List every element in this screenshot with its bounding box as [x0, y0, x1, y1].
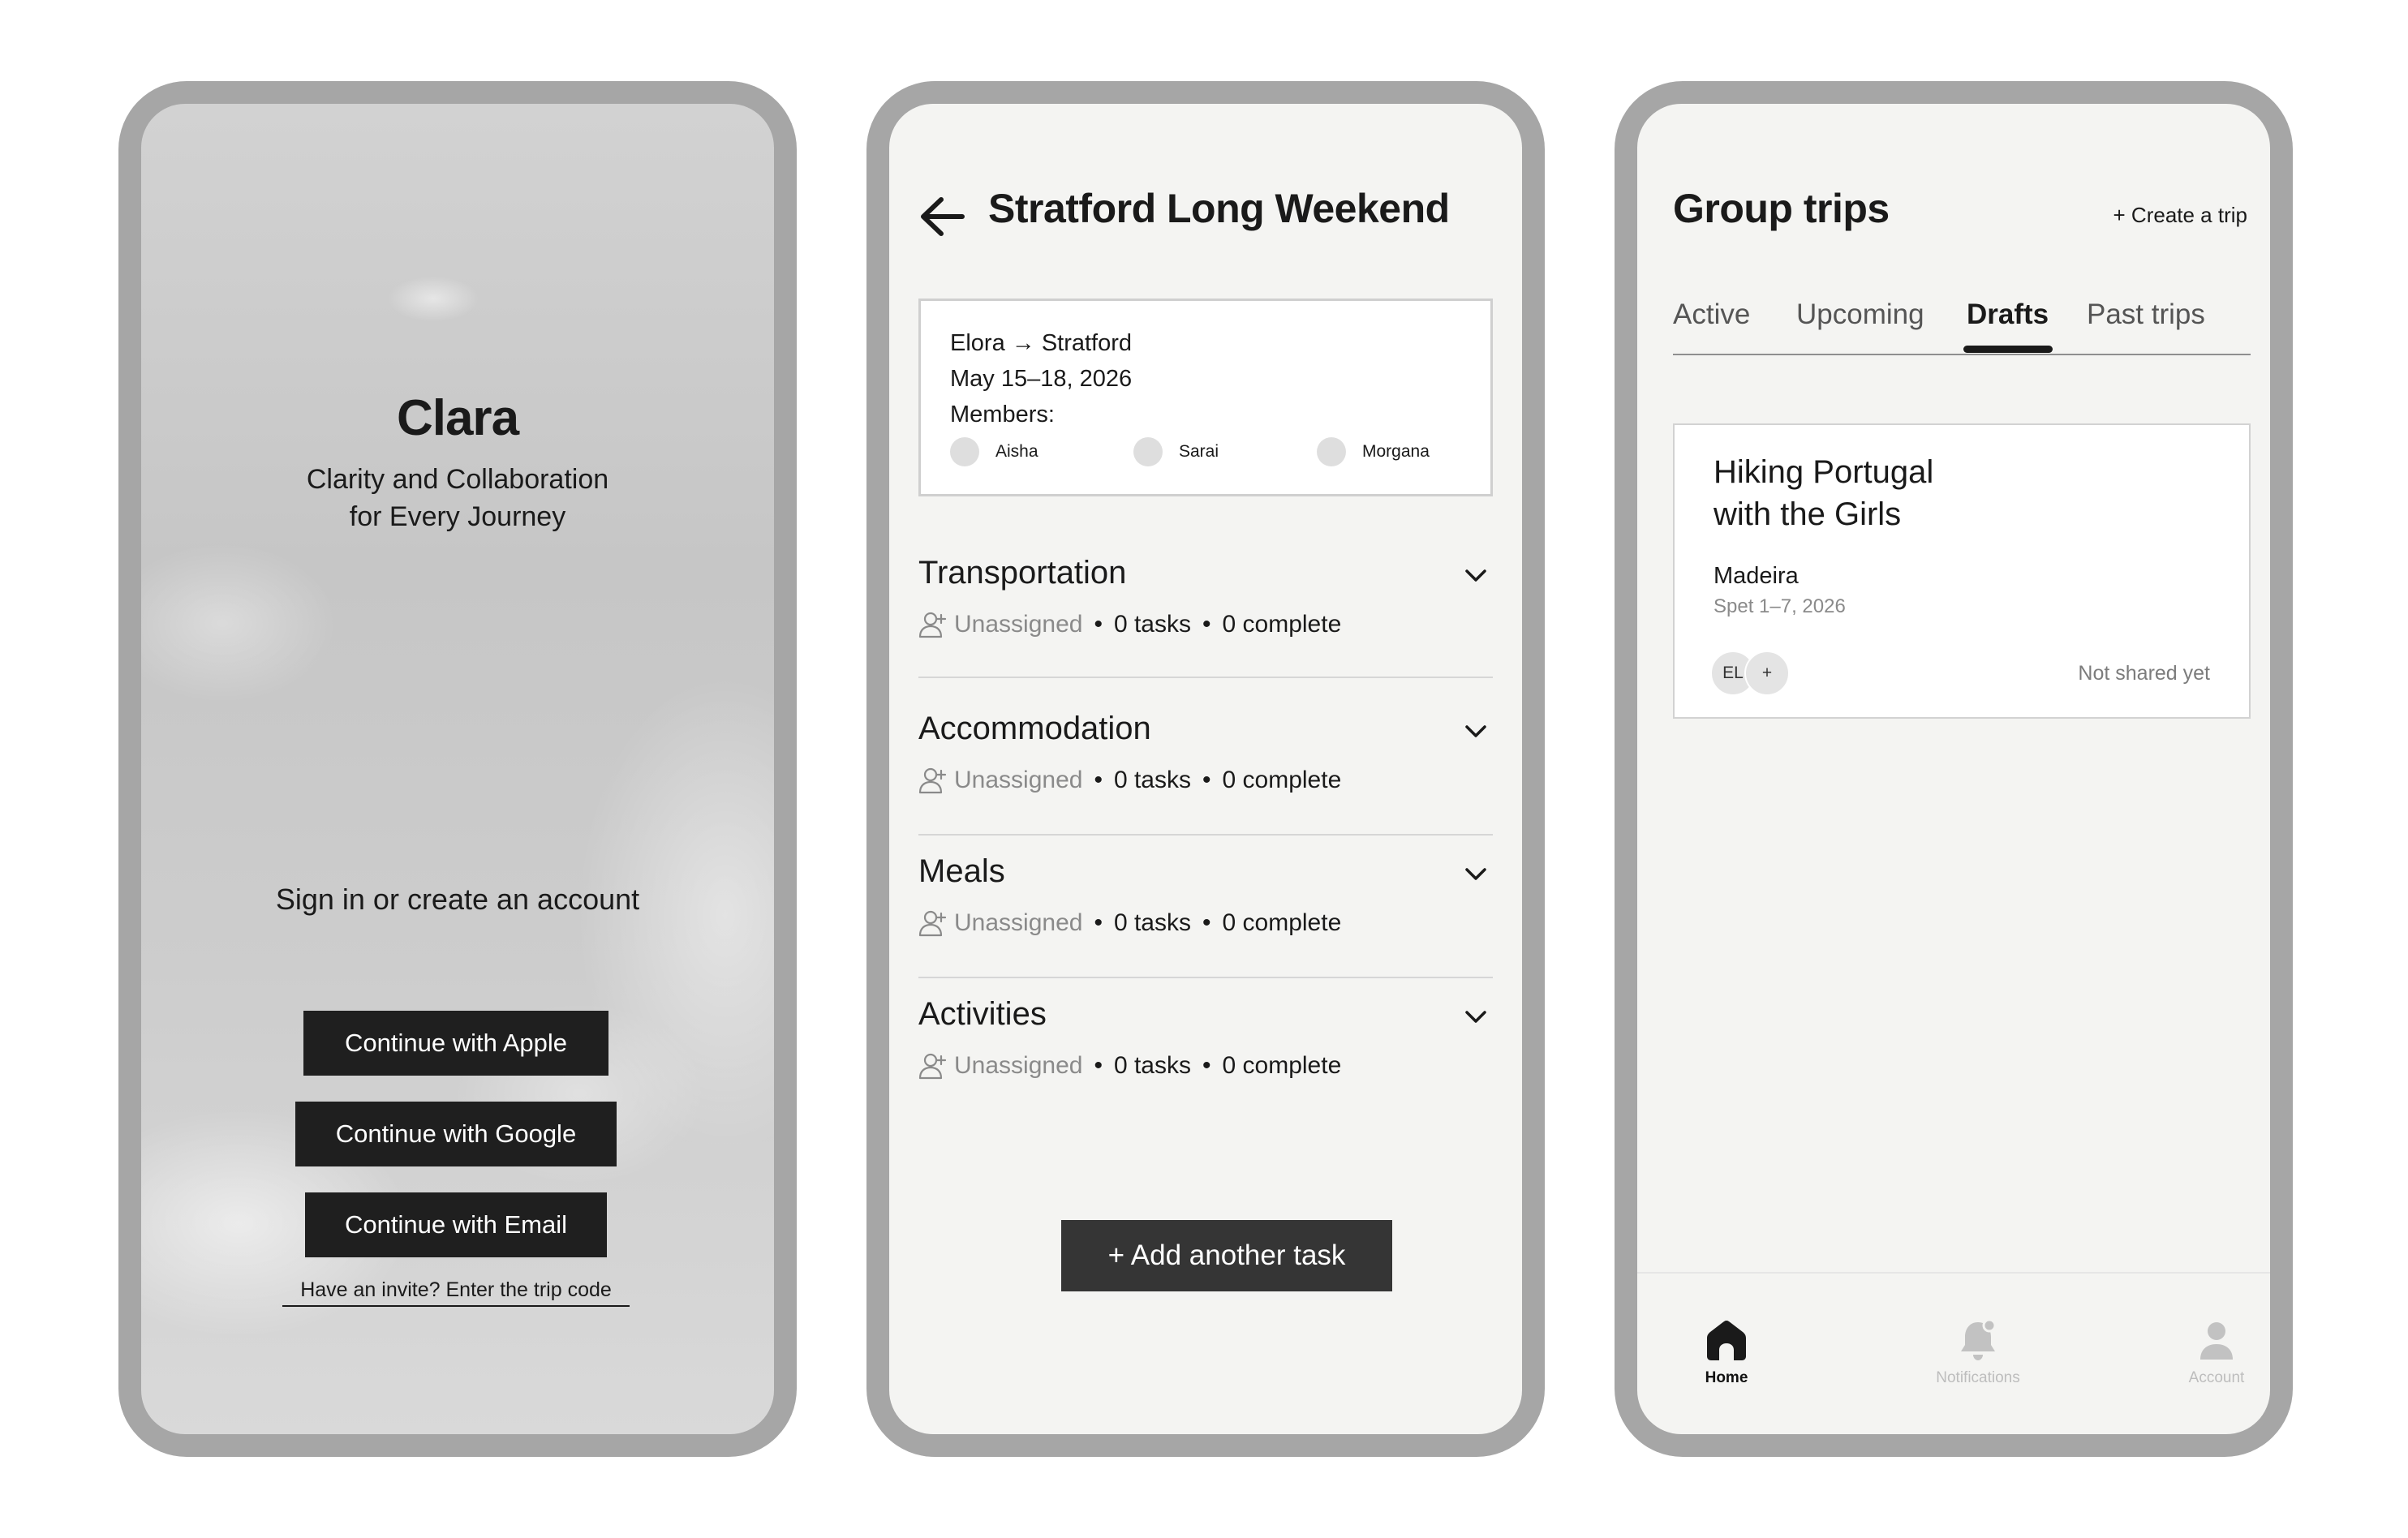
tagline-line2: for Every Journey — [349, 501, 566, 532]
avatar — [950, 437, 979, 466]
member-chip[interactable]: Aisha — [950, 437, 1038, 466]
add-member-button[interactable]: + — [1744, 651, 1790, 696]
assignee-text: Unassigned — [954, 611, 1083, 638]
add-another-task-button[interactable]: + Add another task — [1061, 1220, 1392, 1291]
section-meals[interactable]: Meals Unassigned • 0 tasks • 0 complete — [918, 853, 1493, 978]
complete-count: 0 complete — [1222, 611, 1342, 638]
tab-active[interactable]: Active — [1673, 299, 1750, 331]
tagline-line1: Clarity and Collaboration — [306, 464, 609, 495]
nav-home[interactable]: Home — [1662, 1316, 1791, 1387]
avatar — [1133, 437, 1163, 466]
tab-past-trips[interactable]: Past trips — [2087, 299, 2205, 331]
section-title: Transportation — [918, 555, 1127, 591]
group-trips-screen: Group trips + Create a trip Active Upcom… — [1637, 104, 2270, 1434]
nav-label: Account — [2188, 1369, 2245, 1386]
tab-drafts[interactable]: Drafts — [1967, 299, 2049, 331]
complete-count: 0 complete — [1222, 1052, 1342, 1079]
create-trip-link[interactable]: + Create a trip — [2113, 203, 2247, 228]
draft-title-line2: with the Girls — [1714, 496, 1902, 532]
section-title: Accommodation — [918, 711, 1151, 746]
trip-detail-screen: Stratford Long Weekend Elora → Stratford… — [889, 104, 1522, 1434]
section-transportation[interactable]: Transportation Unassigned • 0 tasks • 0 … — [918, 555, 1493, 678]
assignee-text: Unassigned — [954, 909, 1083, 936]
section-meta: Unassigned • 0 tasks • 0 complete — [918, 766, 1341, 795]
add-user-icon[interactable] — [918, 909, 948, 938]
assignee-text: Unassigned — [954, 767, 1083, 793]
separator: • — [1094, 611, 1103, 638]
member-name: Aisha — [995, 442, 1038, 461]
member-chip[interactable]: Sarai — [1133, 437, 1219, 466]
task-count: 0 tasks — [1113, 767, 1191, 793]
nav-account[interactable]: Account — [2152, 1316, 2270, 1387]
separator: • — [1202, 767, 1211, 793]
chevron-down-icon[interactable] — [1464, 724, 1488, 740]
section-accommodation[interactable]: Accommodation Unassigned • 0 tasks • 0 c… — [918, 711, 1493, 836]
page-title: Group trips — [1673, 186, 1890, 231]
member-name: Morgana — [1362, 442, 1430, 461]
separator: • — [1202, 611, 1211, 638]
person-icon — [2200, 1322, 2233, 1360]
separator: • — [1202, 909, 1211, 936]
signin-screen: Clara Clarity and Collaboration for Ever… — [141, 104, 774, 1434]
signin-phone: Clara Clarity and Collaboration for Ever… — [118, 81, 797, 1457]
member-name: Sarai — [1179, 442, 1219, 461]
continue-with-email-button[interactable]: Continue with Email — [305, 1192, 607, 1257]
section-meta: Unassigned • 0 tasks • 0 complete — [918, 610, 1341, 639]
app-name: Clara — [396, 390, 519, 446]
section-activities[interactable]: Activities Unassigned • 0 tasks • 0 comp… — [918, 996, 1493, 1118]
bottom-nav: Home Notifications Account — [1637, 1272, 2270, 1434]
chevron-down-icon[interactable] — [1464, 568, 1488, 584]
chevron-down-icon[interactable] — [1464, 866, 1488, 883]
trip-title: Stratford Long Weekend — [988, 186, 1450, 231]
assignee-text: Unassigned — [954, 1052, 1083, 1079]
back-arrow-icon[interactable] — [918, 196, 965, 237]
task-count: 0 tasks — [1113, 611, 1191, 638]
active-tab-indicator — [1963, 346, 2053, 353]
add-user-icon[interactable] — [918, 610, 948, 639]
tab-upcoming[interactable]: Upcoming — [1796, 299, 1924, 331]
bell-icon — [1961, 1318, 1997, 1360]
avatar — [1317, 437, 1346, 466]
draft-dates: Spet 1–7, 2026 — [1714, 595, 1846, 617]
nav-notifications[interactable]: Notifications — [1913, 1316, 2043, 1387]
draft-title: Hiking Portugal with the Girls — [1714, 451, 1933, 535]
complete-count: 0 complete — [1222, 909, 1342, 936]
separator: • — [1094, 1052, 1103, 1079]
section-meta: Unassigned • 0 tasks • 0 complete — [918, 1051, 1341, 1080]
share-status: Not shared yet — [2078, 662, 2210, 685]
trip-summary-card: Elora → Stratford May 15–18, 2026 Member… — [918, 299, 1493, 496]
continue-with-apple-button[interactable]: Continue with Apple — [303, 1011, 608, 1076]
continue-with-google-button[interactable]: Continue with Google — [295, 1102, 617, 1166]
add-user-icon[interactable] — [918, 766, 948, 795]
complete-count: 0 complete — [1222, 767, 1342, 793]
trip-detail-phone: Stratford Long Weekend Elora → Stratford… — [866, 81, 1545, 1457]
separator: • — [1094, 767, 1103, 793]
draft-place: Madeira — [1714, 563, 1799, 589]
draft-trip-card[interactable]: Hiking Portugal with the Girls Madeira S… — [1673, 423, 2251, 719]
section-meta: Unassigned • 0 tasks • 0 complete — [918, 909, 1341, 938]
chevron-down-icon[interactable] — [1464, 1009, 1488, 1025]
task-count: 0 tasks — [1113, 1052, 1191, 1079]
member-chip[interactable]: Morgana — [1317, 437, 1430, 466]
tagline: Clarity and Collaboration for Every Jour… — [141, 461, 774, 535]
group-trips-phone: Group trips + Create a trip Active Upcom… — [1615, 81, 2293, 1457]
task-count: 0 tasks — [1113, 909, 1191, 936]
draft-title-line1: Hiking Portugal — [1714, 454, 1934, 490]
separator: • — [1202, 1052, 1211, 1079]
section-title: Activities — [918, 996, 1047, 1032]
add-user-icon[interactable] — [918, 1051, 948, 1080]
signin-prompt: Sign in or create an account — [275, 883, 640, 916]
trip-dates: May 15–18, 2026 — [950, 366, 1133, 392]
home-icon — [1707, 1321, 1746, 1360]
trip-tabs: Active Upcoming Drafts Past trips — [1673, 299, 2251, 355]
nav-label: Home — [1705, 1369, 1748, 1386]
members-label: Members: — [950, 402, 1055, 427]
trip-route: Elora → Stratford — [950, 330, 1133, 356]
enter-trip-code-link[interactable]: Have an invite? Enter the trip code — [282, 1278, 630, 1307]
separator: • — [1094, 909, 1103, 936]
nav-label: Notifications — [1936, 1369, 2020, 1386]
section-title: Meals — [918, 853, 1005, 889]
